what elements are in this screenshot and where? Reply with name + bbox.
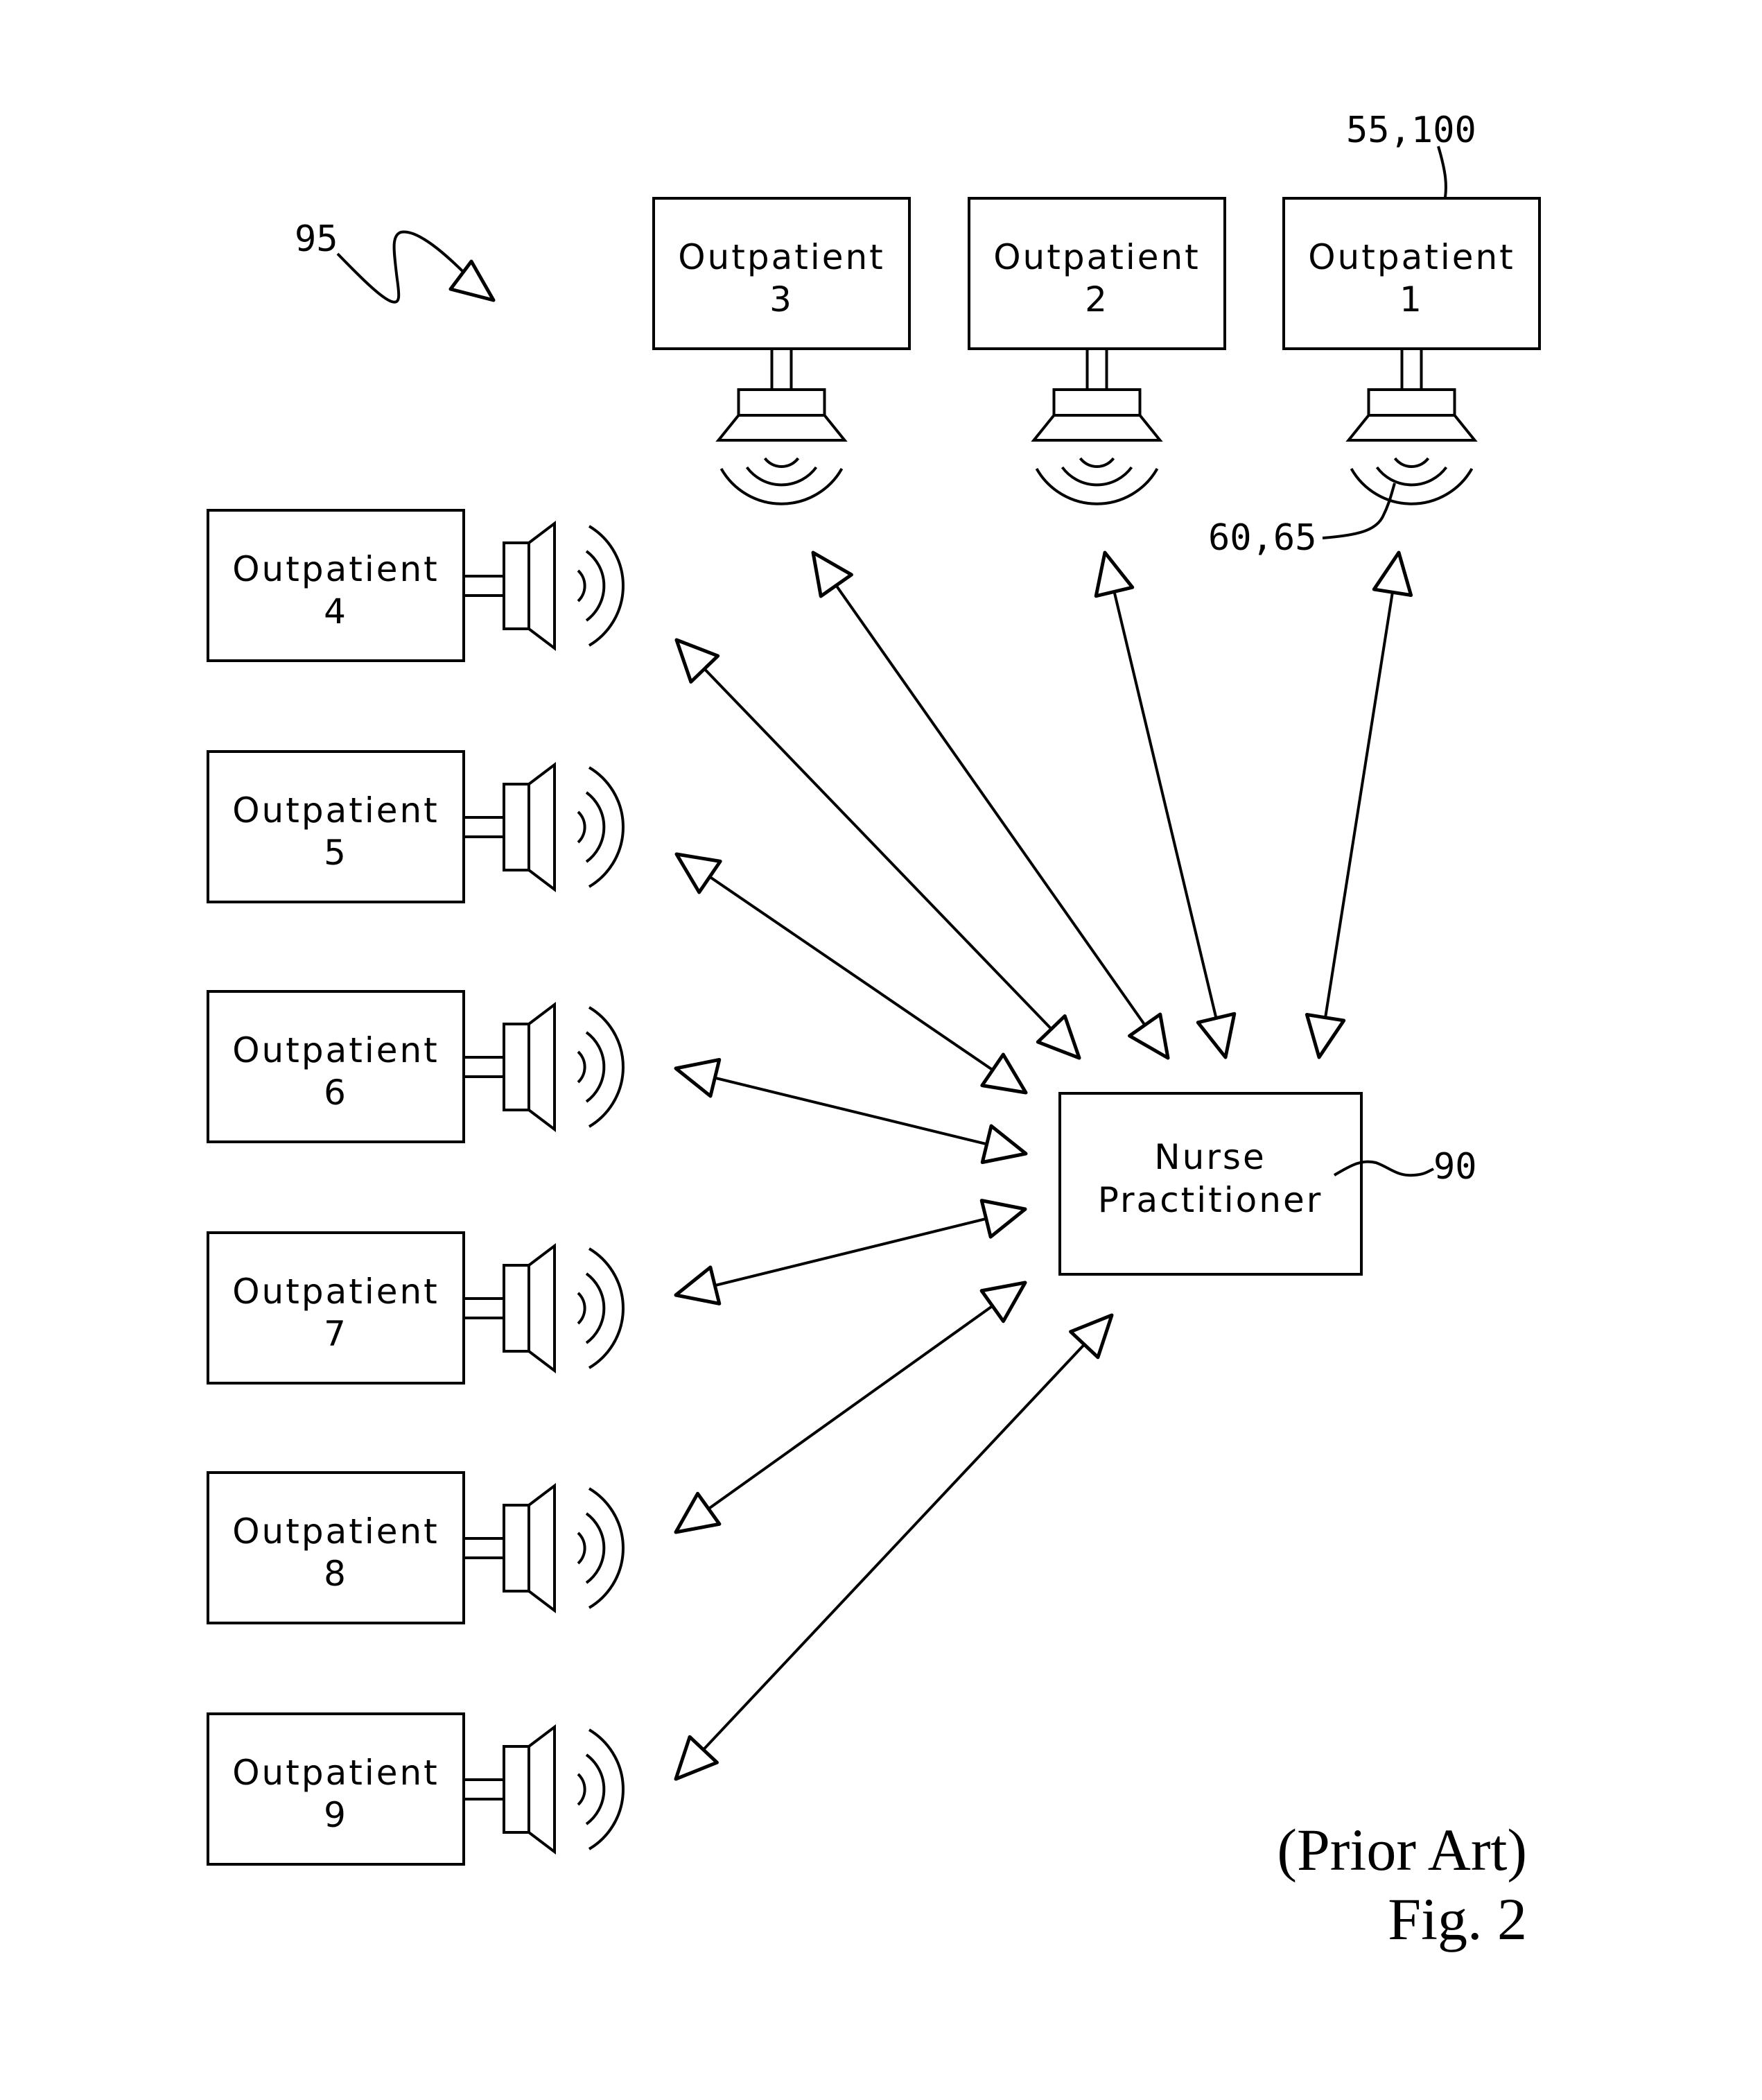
outpatient-1-station[interactable]: Outpatient1 [1282, 197, 1541, 505]
outpatient-7-label: Outpatient [232, 1272, 439, 1312]
outpatient-5-number: 5 [324, 833, 348, 873]
arrow-outpatient-5-to-nurse [674, 852, 1028, 1095]
outpatient-1-label: Outpatient [1308, 237, 1515, 277]
arrow-shaft [1318, 552, 1400, 1058]
sound-waves-icon [577, 1247, 625, 1369]
ref-55-100-label: 55,100 [1346, 110, 1476, 151]
sound-waves-icon [1350, 457, 1474, 505]
outpatient-7-number: 7 [324, 1314, 348, 1354]
arrow-outpatient-8-to-nurse [674, 1281, 1027, 1534]
speaker-icon [464, 1001, 625, 1133]
arrowhead-icon [1372, 550, 1413, 598]
sound-waves-icon [577, 1728, 625, 1850]
arrow-shaft [675, 639, 1081, 1059]
arrow-outpatient-7-to-nurse [674, 1199, 1027, 1305]
sound-waves-icon [1035, 457, 1159, 505]
arrow-shaft [1104, 552, 1227, 1058]
ref-95-label: 95 [295, 218, 338, 260]
outpatient-1-number: 1 [1399, 279, 1424, 320]
arrow-outpatient-2-to-nurse [1094, 550, 1237, 1059]
ref-60-65-label: 60,65 [1208, 517, 1317, 559]
arrow-shaft [675, 1208, 1026, 1296]
outpatient-9-label: Outpatient [232, 1753, 439, 1793]
outpatient-8-station[interactable]: Outpatient8 [207, 1471, 625, 1624]
outpatient-9-number: 9 [324, 1795, 348, 1835]
outpatient-6-label: Outpatient [232, 1030, 439, 1070]
figure-number: Fig. 2 [1388, 1886, 1527, 1952]
arrow-outpatient-9-to-nurse [674, 1313, 1114, 1781]
sound-waves-icon [719, 457, 844, 505]
sound-waves-icon [577, 1006, 625, 1128]
outpatient-3-station[interactable]: Outpatient3 [652, 197, 911, 505]
outpatient-6-number: 6 [324, 1073, 348, 1113]
sound-waves-icon [577, 525, 625, 647]
speaker-icon [464, 1482, 625, 1614]
arrow-shaft [674, 1281, 1027, 1534]
nurse-label-line2: Practitioner [1098, 1180, 1323, 1220]
nurse-label-line1: Nurse [1154, 1137, 1266, 1177]
outpatient-4-station[interactable]: Outpatient4 [207, 509, 625, 662]
speaker-icon [464, 1724, 625, 1855]
outpatient-4-label: Outpatient [232, 549, 439, 589]
ref-60-65-group: 60,65 [1208, 483, 1396, 559]
outpatient-2-label: Outpatient [993, 237, 1201, 277]
outpatient-8-number: 8 [324, 1554, 348, 1594]
arrow-outpatient-4-to-nurse [674, 638, 1081, 1060]
arrowhead-icon [1305, 1012, 1346, 1059]
outpatient-3-number: 3 [769, 279, 794, 320]
outpatient-7-station[interactable]: Outpatient7 [207, 1231, 625, 1385]
arrow-outpatient-6-to-nurse [674, 1057, 1028, 1165]
outpatient-9-station[interactable]: Outpatient9 [207, 1712, 625, 1866]
speaker-icon [464, 761, 625, 893]
outpatient-2-station[interactable]: Outpatient2 [968, 197, 1226, 505]
outpatient-8-label: Outpatient [232, 1511, 439, 1552]
arrow-shaft [674, 1314, 1113, 1780]
speaker-icon [1345, 349, 1478, 505]
prior-art-label: (Prior Art) [1277, 1816, 1527, 1883]
sound-waves-icon [577, 766, 625, 888]
patent-figure: 95 55,100 60,65 Outpatient3Outpatient2Ou… [207, 110, 1541, 1952]
outpatient-2-number: 2 [1085, 279, 1109, 320]
outpatient-4-number: 4 [324, 591, 348, 632]
speaker-icon [464, 520, 625, 652]
outpatient-5-label: Outpatient [232, 790, 439, 831]
ref-90-label: 90 [1433, 1146, 1477, 1188]
arrow-outpatient-1-to-nurse [1305, 550, 1413, 1059]
speaker-icon [715, 349, 848, 505]
top-outpatients: Outpatient3Outpatient2Outpatient1 [652, 197, 1541, 505]
sound-waves-icon [577, 1487, 625, 1609]
outpatient-6-station[interactable]: Outpatient6 [207, 990, 625, 1143]
ref-60-65-leader-line [1322, 483, 1396, 539]
outpatient-3-label: Outpatient [678, 237, 885, 277]
arrow-shaft [675, 853, 1027, 1094]
arrow-shaft [675, 1067, 1027, 1155]
outpatient-5-station[interactable]: Outpatient5 [207, 750, 625, 903]
ref-95-group: 95 [295, 218, 496, 304]
left-outpatients: Outpatient4Outpatient5Outpatient6Outpati… [207, 509, 625, 1866]
speaker-icon [1031, 349, 1163, 505]
nurse-practitioner-station[interactable]: Nurse Practitioner 90 [1058, 1092, 1477, 1276]
speaker-icon [464, 1242, 625, 1374]
